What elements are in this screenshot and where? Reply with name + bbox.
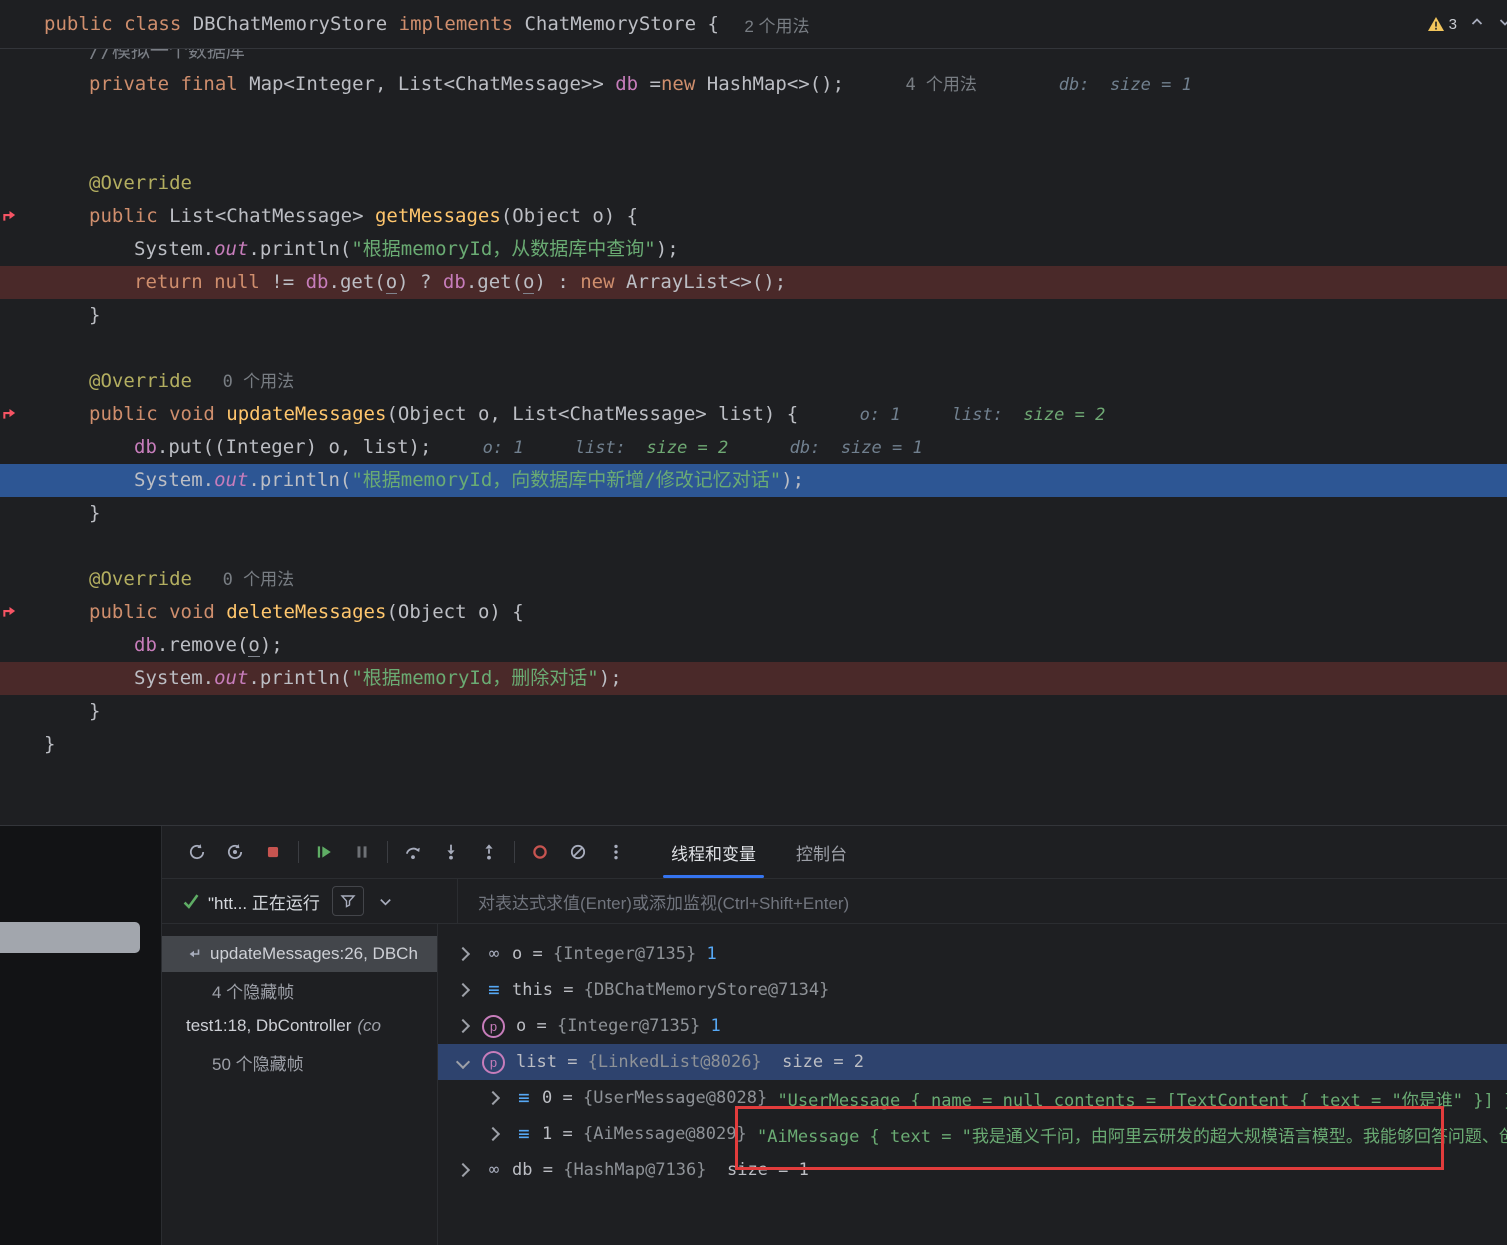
- chevron-down-partial-icon[interactable]: [1497, 14, 1507, 35]
- chevron-up-icon[interactable]: [1469, 14, 1485, 35]
- toolbar-separator: [298, 841, 299, 863]
- code-line: db.remove(o);: [134, 634, 283, 657]
- variable-row[interactable]: po = {Integer@7135} 1: [438, 1008, 1507, 1044]
- debug-main: 线程和变量 控制台 "htt... 正在运行 对表达式求值(Enter)或添加监…: [161, 826, 1507, 1245]
- left-strip: [0, 826, 161, 1245]
- debug-tabs: 线程和变量 控制台: [651, 826, 867, 878]
- code-line: System.out.println("根据memoryId，向数据库中新增/修…: [0, 464, 1507, 497]
- frame-row[interactable]: 50 个隐藏帧: [162, 1044, 437, 1080]
- chevron-right-icon[interactable]: [455, 1018, 471, 1034]
- variable-row[interactable]: p list = {LinkedList@8026} size = 2: [438, 1044, 1507, 1080]
- code-line: @Override 0 个用法: [89, 370, 295, 392]
- pause-button[interactable]: [343, 836, 381, 868]
- code-line: //模拟一个数据库: [89, 48, 245, 62]
- field-icon: ∞: [488, 944, 500, 964]
- variables-tree: ∞ o = {Integer@7135} 1 ≡ this = {DBChatMemo…: [438, 924, 1507, 1245]
- param-icon: p: [482, 1050, 505, 1074]
- code-line: System.out.println("根据memoryId，从数据库中查询")…: [134, 238, 679, 260]
- method-marker-icon[interactable]: [2, 604, 17, 623]
- object-icon: ≡: [518, 1087, 530, 1109]
- variable-row[interactable]: ∞ db = {HashMap@7136} size = 1: [438, 1152, 1507, 1188]
- toolbar-separator: [387, 841, 388, 863]
- code-line: }: [89, 700, 101, 722]
- stop-button[interactable]: [254, 836, 292, 868]
- usages-hint[interactable]: 2 个用法: [744, 12, 809, 37]
- field-icon: ∞: [488, 1160, 500, 1180]
- step-over-button[interactable]: [394, 836, 432, 868]
- resume-button[interactable]: [305, 836, 343, 868]
- watch-expression-input[interactable]: 对表达式求值(Enter)或添加监视(Ctrl+Shift+Enter): [458, 879, 1507, 923]
- code-line: public void updateMessages(Object o, Lis…: [0, 398, 1507, 431]
- chevron-right-icon[interactable]: [485, 1126, 501, 1142]
- toolbar-separator: [514, 841, 515, 863]
- chevron-down-icon[interactable]: [378, 894, 393, 909]
- param-icon: p: [482, 1014, 505, 1038]
- debug-secondary-bar: "htt... 正在运行 对表达式求值(Enter)或添加监视(Ctrl+Shi…: [162, 878, 1507, 924]
- check-icon: [182, 893, 200, 909]
- variable-row[interactable]: ∞ o = {Integer@7135} 1: [438, 936, 1507, 972]
- warning-icon[interactable]: 3: [1427, 16, 1457, 33]
- more-options-button[interactable]: [597, 836, 635, 868]
- variable-row[interactable]: ≡ this = {DBChatMemoryStore@7134}: [438, 972, 1507, 1008]
- method-marker-icon[interactable]: [2, 406, 17, 425]
- tab-threads-variables[interactable]: 线程和变量: [651, 826, 776, 878]
- mute-breakpoints-button[interactable]: [559, 836, 597, 868]
- debug-session-selector[interactable]: "htt... 正在运行: [162, 879, 458, 923]
- chevron-right-icon[interactable]: [485, 1090, 501, 1106]
- filter-button[interactable]: [331, 886, 364, 916]
- code-line: public List<ChatMessage> getMessages(Obj…: [0, 200, 1507, 233]
- session-label: "htt... 正在运行: [208, 893, 320, 913]
- variable-row[interactable]: ≡ 1 = {AiMessage@8029} "AiMessage { text …: [438, 1116, 1507, 1152]
- code-line: private final Map<Integer, List<ChatMess…: [89, 73, 1192, 95]
- code-line: @Override: [89, 172, 192, 194]
- code-editor[interactable]: //模拟一个数据库 private final Map<Integer, List…: [0, 48, 1507, 825]
- rerun-button[interactable]: [178, 836, 216, 868]
- chevron-right-icon[interactable]: [455, 982, 471, 998]
- step-out-button[interactable]: [470, 836, 508, 868]
- rerun-debug-button[interactable]: [216, 836, 254, 868]
- code-line: public void deleteMessages(Object o) {: [0, 596, 1507, 629]
- step-into-button[interactable]: [432, 836, 470, 868]
- editor-breadcrumb-bar: public class DBChatMemoryStore implement…: [0, 0, 1507, 49]
- method-marker-icon[interactable]: [2, 208, 17, 227]
- object-icon: ≡: [488, 979, 500, 1001]
- chevron-down-icon[interactable]: [455, 1054, 471, 1070]
- debug-content: updateMessages:26, DBCh 4 个隐藏帧 test1:18, D…: [162, 924, 1507, 1245]
- frame-row[interactable]: updateMessages:26, DBCh: [162, 936, 437, 972]
- code-line: db.put((Integer) o, list); o: 1 list: si…: [134, 436, 923, 458]
- variable-row[interactable]: ≡ 0 = {UserMessage@8028} "UserMessage { n…: [438, 1080, 1507, 1116]
- frames-list: updateMessages:26, DBCh 4 个隐藏帧 test1:18, D…: [162, 924, 438, 1245]
- class-signature: public class DBChatMemoryStore implement…: [44, 13, 731, 35]
- chevron-right-icon[interactable]: [455, 1162, 471, 1178]
- object-icon: ≡: [518, 1123, 530, 1145]
- ide-window: public class DBChatMemoryStore implement…: [0, 0, 1507, 1245]
- warning-count: 3: [1448, 15, 1457, 33]
- chevron-right-icon[interactable]: [455, 946, 471, 962]
- frame-row[interactable]: test1:18, DbController (co: [162, 1008, 437, 1044]
- tab-console[interactable]: 控制台: [776, 826, 867, 878]
- frame-row[interactable]: 4 个隐藏帧: [162, 972, 437, 1008]
- debug-panel: 线程和变量 控制台 "htt... 正在运行 对表达式求值(Enter)或添加监…: [0, 825, 1507, 1245]
- editor-header-actions: 3: [1427, 14, 1507, 35]
- return-arrow-icon: [186, 946, 202, 962]
- code-line: }: [44, 733, 56, 755]
- debug-toolbar: 线程和变量 控制台: [162, 826, 1507, 878]
- code-line: }: [89, 502, 101, 524]
- code-line: return null != db.get(o) ? db.get(o) : n…: [0, 266, 1507, 299]
- watch-placeholder: 对表达式求值(Enter)或添加监视(Ctrl+Shift+Enter): [478, 893, 850, 913]
- code-line: @Override 0 个用法: [89, 568, 295, 590]
- panel-fragment: [0, 922, 140, 953]
- code-line: }: [89, 304, 101, 326]
- view-breakpoints-button[interactable]: [521, 836, 559, 868]
- code-line: System.out.println("根据memoryId，删除对话");: [0, 662, 1507, 695]
